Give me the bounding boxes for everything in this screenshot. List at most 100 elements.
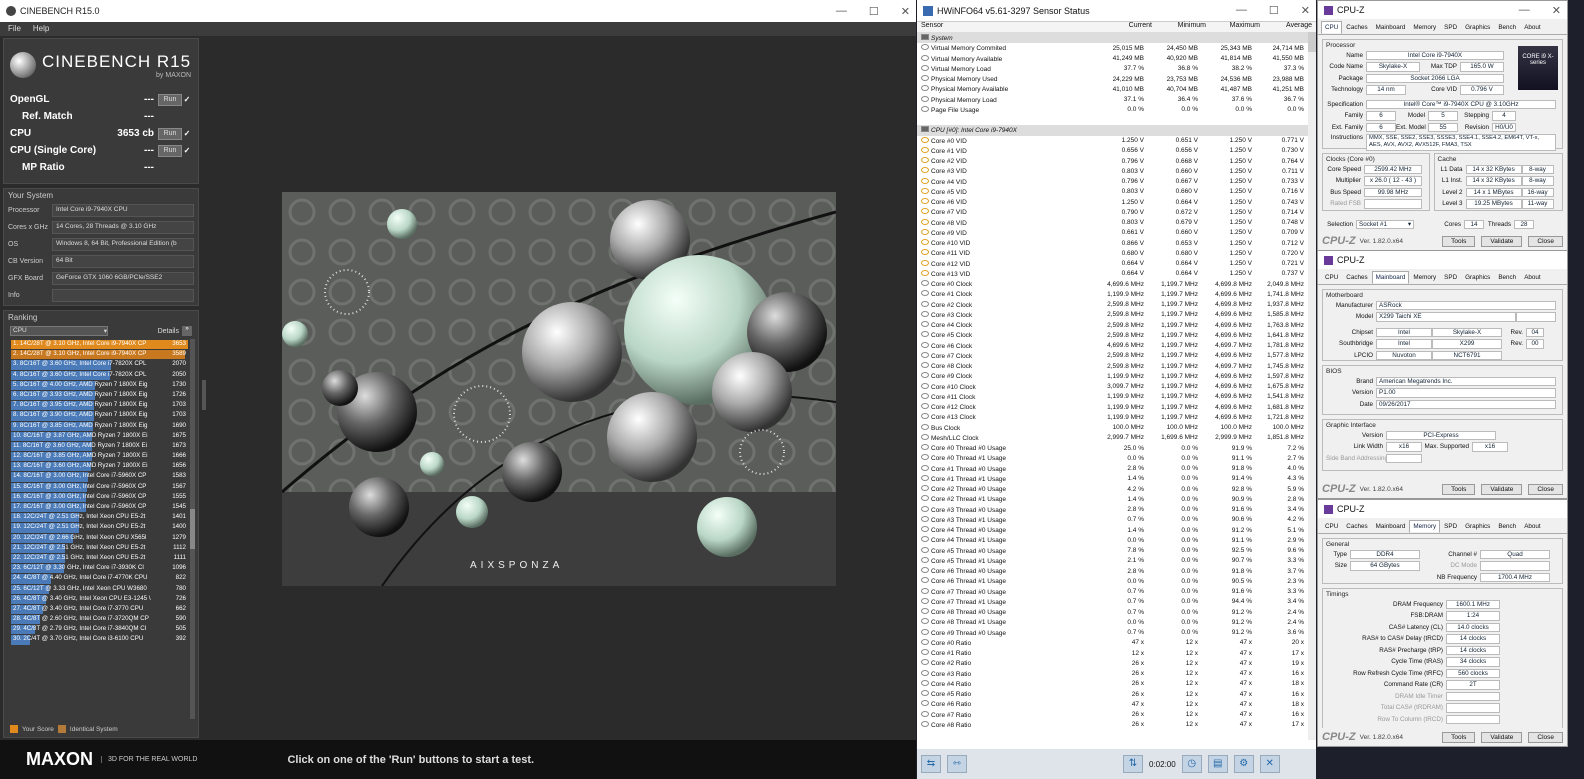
ranking-item[interactable]: 27. 4C/8T @ 3.40 GHz, Intel Core i7-3770… [11, 604, 188, 615]
sensor-row[interactable]: Core #11 Clock 1,199.9 MHz 1,199.7 MHz 4,69… [917, 392, 1308, 402]
tab-about[interactable]: About [1520, 271, 1544, 284]
sensor-row[interactable]: Core #1 Thread #0 Usage 2.8 % 0.0 % 91.8 % 4… [917, 464, 1308, 474]
tab-graphics[interactable]: Graphics [1461, 271, 1494, 284]
tab-memory[interactable]: Memory [1409, 520, 1441, 533]
validate-button[interactable]: Validate [1481, 731, 1523, 743]
tab-cpu[interactable]: CPU [1321, 520, 1342, 533]
sensor-row[interactable]: Core #3 Thread #0 Usage 2.8 % 0.0 % 91.6 % 3… [917, 505, 1308, 515]
ranking-item[interactable]: 30. 2C/4T @ 3.70 GHz, Intel Core i3-6100… [11, 635, 188, 645]
sensor-row[interactable]: Core #7 Thread #1 Usage 0.7 % 0.0 % 94.4 % 3… [917, 597, 1308, 607]
ranking-item[interactable]: 7. 8C/16T @ 3.95 GHz, AMD Ryzen 7 1800X … [11, 401, 188, 411]
sensor-row[interactable]: Core #8 Thread #0 Usage 0.7 % 0.0 % 91.2 % 2… [917, 607, 1308, 617]
minimize-icon[interactable]: — [836, 5, 847, 18]
sensor-row[interactable]: Core #2 Thread #1 Usage 1.4 % 0.0 % 90.9 % 2… [917, 494, 1308, 504]
ranking-item[interactable]: 4. 8C/16T @ 3.60 GHz, Intel Core i7-7820… [11, 370, 188, 381]
tab-mainboard[interactable]: Mainboard [1371, 271, 1410, 284]
ranking-item[interactable]: 26. 4C/8T @ 3.40 GHz, Intel Xeon CPU E3-… [11, 594, 188, 605]
sensor-row[interactable]: Core #6 Thread #0 Usage 2.8 % 0.0 % 91.8 % 3… [917, 566, 1308, 576]
sensor-row[interactable]: Core #8 Clock 2,599.8 MHz 1,199.7 MHz 4,699… [917, 361, 1308, 371]
tab-cpu[interactable]: CPU [1321, 21, 1343, 34]
ranking-item[interactable]: 13. 8C/16T @ 3.60 GHz, AMD Ryzen 7 1800X… [11, 462, 188, 472]
tab-bench[interactable]: Bench [1494, 21, 1520, 34]
tab-memory[interactable]: Memory [1409, 21, 1440, 34]
sensor-row[interactable]: Core #7 VID 0.790 V 0.672 V 1.250 V 0.714 V [917, 207, 1308, 217]
ranking-item[interactable]: 25. 6C/12T @ 3.33 GHz, Intel Xeon CPU W3… [11, 584, 188, 595]
menu-help[interactable]: Help [33, 24, 49, 34]
sensor-row[interactable]: Core #6 Thread #1 Usage 0.0 % 0.0 % 90.5 % 2… [917, 576, 1308, 586]
ranking-item[interactable]: 3. 8C/16T @ 3.60 GHz, Intel Core i7-7820… [11, 360, 188, 370]
sensor-row[interactable]: Core #5 Clock 2,599.8 MHz 1,199.7 MHz 4,699… [917, 330, 1308, 340]
sensor-row[interactable]: Core #2 Clock 2,599.8 MHz 1,199.7 MHz 4,699… [917, 300, 1308, 310]
col-current[interactable]: Current [1102, 22, 1156, 32]
report-icon[interactable]: ▤ [1207, 755, 1228, 773]
sensor-row[interactable]: Bus Clock 100.0 MHz 100.0 MHz 100.0 MHz 100.… [917, 423, 1308, 433]
sensor-row[interactable]: Core #3 VID 0.803 V 0.660 V 1.250 V 0.711 V [917, 166, 1308, 176]
sensor-row[interactable]: Core #3 Clock 2,599.8 MHz 1,199.7 MHz 4,699… [917, 310, 1308, 320]
sensor-row[interactable]: Core #4 Thread #0 Usage 1.4 % 0.0 % 91.2 % 5… [917, 525, 1308, 535]
sensor-row[interactable]: Page File Usage 0.0 % 0.0 % 0.0 % 0.0 % [917, 105, 1308, 115]
ranking-item[interactable]: 28. 4C/8T @ 2.60 GHz, Intel Core i7-3720… [11, 615, 188, 625]
ranking-select[interactable]: CPU ▾ [10, 326, 108, 336]
tab-mainboard[interactable]: Mainboard [1372, 520, 1410, 533]
sensor-row[interactable]: Core #5 Ratio 26 x 12 x 47 x 16 x [917, 689, 1308, 699]
sensor-row[interactable]: Core #2 VID 0.796 V 0.668 V 1.250 V 0.764 V [917, 156, 1308, 166]
sensor-row[interactable]: Core #0 Thread #1 Usage 0.0 % 0.0 % 91.1 % 2… [917, 453, 1308, 463]
tab-spd[interactable]: SPD [1440, 21, 1461, 34]
sensor-row[interactable]: Core #8 VID 0.803 V 0.679 V 1.250 V 0.748 V [917, 218, 1308, 228]
col-minimum[interactable]: Minimum [1156, 22, 1210, 32]
ranking-item[interactable]: 9. 8C/16T @ 3.85 GHz, AMD Ryzen 7 1800X … [11, 421, 188, 432]
sensor-row[interactable]: Core #4 VID 0.796 V 0.667 V 1.250 V 0.733 V [917, 177, 1308, 187]
col-maximum[interactable]: Maximum [1210, 22, 1264, 32]
ranking-item[interactable]: 6. 8C/16T @ 3.93 GHz, AMD Ryzen 7 1800X … [11, 390, 188, 401]
ranking-item[interactable]: 29. 4C/8T @ 2.79 GHz, Intel Core i7-3840… [11, 625, 188, 635]
ranking-item[interactable]: 2. 14C/28T @ 3.10 GHz, Intel Core i9-794… [11, 350, 188, 360]
sensor-row[interactable]: Core #10 VID 0.866 V 0.653 V 1.250 V 0.712 V [917, 238, 1308, 248]
sensor-row[interactable]: Core #6 Clock 4,699.6 MHz 1,199.7 MHz 4,699… [917, 341, 1308, 351]
minimize-icon[interactable]: — [1519, 4, 1530, 17]
sensor-row[interactable]: Core #5 Thread #1 Usage 2.1 % 0.0 % 90.7 % 3… [917, 556, 1308, 566]
checkbox-icon[interactable]: ✓ [182, 95, 192, 104]
validate-button[interactable]: Validate [1481, 483, 1523, 495]
ranking-item[interactable]: 24. 4C/8T @ 4.40 GHz, Intel Core i7-4770… [11, 574, 188, 584]
sensor-group-row[interactable]: CPU [#0]: Intel Core i9-7940X [917, 125, 1308, 136]
details-button[interactable]: » [182, 326, 192, 336]
tab-caches[interactable]: Caches [1342, 520, 1371, 533]
sensor-row[interactable]: Core #2 Thread #0 Usage 4.2 % 0.0 % 92.8 % 5… [917, 484, 1308, 494]
close-icon[interactable]: ✕ [1301, 4, 1310, 17]
ranking-item[interactable]: 22. 12C/24T @ 2.51 GHz, Intel Xeon CPU E… [11, 553, 188, 564]
nav-collapse-icon[interactable]: ⇿ [947, 755, 967, 773]
tab-caches[interactable]: Caches [1342, 21, 1371, 34]
network-icon[interactable]: ⇅ [1123, 755, 1143, 773]
maximize-icon[interactable]: ☐ [1269, 4, 1279, 17]
sensor-row[interactable]: Core #2 Ratio 26 x 12 x 47 x 19 x [917, 658, 1308, 668]
sensor-row[interactable]: Core #9 Clock 1,199.9 MHz 1,199.7 MHz 4,699… [917, 371, 1308, 381]
socket-select[interactable]: Socket #1 ▾ [1356, 219, 1414, 229]
sensor-row[interactable]: Core #6 VID 1.250 V 0.664 V 1.250 V 0.743 V [917, 197, 1308, 207]
ranking-item[interactable]: 19. 12C/24T @ 2.51 GHz, Intel Xeon CPU E… [11, 523, 188, 533]
sensor-row[interactable]: Core #4 Ratio 26 x 12 x 47 x 18 x [917, 679, 1308, 689]
sensor-row[interactable]: Virtual Memory Commited 25,015 MB 24,450 M… [917, 43, 1308, 53]
sensor-row[interactable]: Core #0 Clock 4,699.6 MHz 1,199.7 MHz 4,699… [917, 279, 1308, 289]
ranking-item[interactable]: 11. 8C/16T @ 3.60 GHz, AMD Ryzen 7 1800X… [11, 441, 188, 452]
sensor-row[interactable]: Core #1 Thread #1 Usage 1.4 % 0.0 % 91.4 % 4… [917, 474, 1308, 484]
tab-bench[interactable]: Bench [1494, 520, 1520, 533]
close-icon[interactable]: ✕ [901, 5, 910, 18]
close-button[interactable]: Close [1528, 483, 1563, 495]
sensor-row[interactable]: Core #6 Ratio 47 x 12 x 47 x 18 x [917, 699, 1308, 709]
validate-button[interactable]: Validate [1481, 235, 1523, 247]
tab-graphics[interactable]: Graphics [1461, 21, 1494, 34]
ranking-item[interactable]: 17. 8C/16T @ 3.00 GHz, Intel Core i7-596… [11, 503, 188, 513]
tab-caches[interactable]: Caches [1342, 271, 1371, 284]
ranking-scrollbar[interactable] [190, 339, 195, 719]
sensor-row[interactable]: Core #7 Thread #0 Usage 0.7 % 0.0 % 91.6 % 3… [917, 587, 1308, 597]
settings-icon[interactable]: ⚙ [1233, 755, 1254, 773]
sensor-row[interactable]: Core #8 Ratio 26 x 12 x 47 x 17 x [917, 720, 1308, 730]
sensor-row[interactable]: Physical Memory Load 37.1 % 36.4 % 37.6 % 36… [917, 95, 1308, 105]
sensor-row[interactable]: Virtual Memory Available 41,249 MB 40,920 … [917, 54, 1308, 64]
tab-spd[interactable]: SPD [1440, 271, 1461, 284]
sensor-row[interactable]: Core #1 Ratio 12 x 12 x 47 x 17 x [917, 648, 1308, 658]
sensor-row[interactable]: Core #10 Clock 3,099.7 MHz 1,199.7 MHz 4,69… [917, 382, 1308, 392]
sensor-row[interactable]: Core #0 Ratio 47 x 12 x 47 x 20 x [917, 638, 1308, 648]
tab-bench[interactable]: Bench [1494, 271, 1520, 284]
ranking-item[interactable]: 21. 12C/24T @ 2.51 GHz, Intel Xeon CPU E… [11, 543, 188, 554]
